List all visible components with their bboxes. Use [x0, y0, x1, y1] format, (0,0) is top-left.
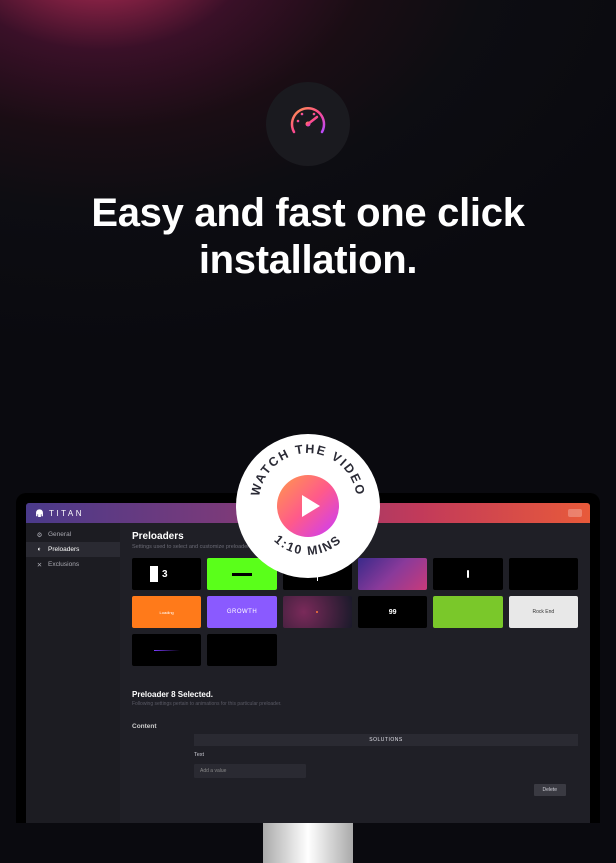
preloader-tile[interactable] — [433, 558, 502, 590]
selected-desc: Following settings pertain to animations… — [132, 701, 578, 707]
sidebar-item-preloaders[interactable]: ◐ Preloaders — [26, 542, 120, 557]
play-video-badge[interactable]: WATCH THE VIDEO 1:10 MINS — [236, 434, 380, 578]
preloader-tile[interactable] — [433, 596, 502, 628]
preloader-tile[interactable] — [509, 558, 578, 590]
preloader-tile[interactable]: Rock End — [509, 596, 578, 628]
x-icon: ✕ — [36, 561, 43, 568]
preloader-tile[interactable]: Loading — [132, 596, 201, 628]
preloader-tile[interactable] — [207, 634, 276, 666]
preloader-tile[interactable]: 99 — [358, 596, 427, 628]
svg-text:1:10 MINS: 1:10 MINS — [272, 532, 345, 558]
monitor-stand — [263, 823, 353, 863]
solutions-tab[interactable]: SOLUTIONS — [194, 734, 578, 746]
text-input[interactable]: Add a value — [194, 764, 306, 778]
preloader-icon: ◐ — [36, 546, 43, 553]
preloader-tile[interactable] — [132, 634, 201, 666]
helmet-icon — [34, 508, 45, 519]
window-close-button[interactable] — [568, 509, 582, 517]
speedometer-icon — [266, 82, 350, 166]
svg-text:WATCH THE VIDEO: WATCH THE VIDEO — [248, 442, 368, 497]
text-field-label: Text — [194, 752, 578, 758]
delete-button[interactable]: Delete — [534, 784, 566, 796]
brand-logo: TITAN — [34, 508, 84, 519]
content-heading: Content — [132, 723, 578, 730]
preloader-tile[interactable]: GROWTH — [207, 596, 276, 628]
badge-circular-text: WATCH THE VIDEO 1:10 MINS — [236, 434, 380, 578]
hero-headline: Easy and fast one click installation. — [0, 190, 616, 284]
sidebar-item-general[interactable]: ⚙ General — [26, 527, 120, 542]
sidebar-item-exclusions[interactable]: ✕ Exclusions — [26, 557, 120, 572]
selected-title: Preloader 8 Selected. — [132, 690, 578, 699]
sidebar: ⚙ General ◐ Preloaders ✕ Exclusions — [26, 523, 120, 823]
gear-icon: ⚙ — [36, 531, 43, 538]
preloader-tile[interactable]: 3 — [132, 558, 201, 590]
preloader-tile[interactable] — [283, 596, 352, 628]
